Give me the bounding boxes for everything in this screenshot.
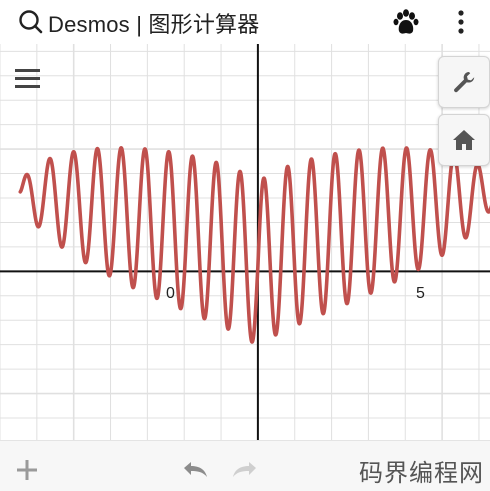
settings-wrench-button[interactable]: [438, 56, 490, 108]
top-app-bar: Desmos | 图形计算器: [0, 0, 490, 44]
home-icon: [453, 130, 475, 150]
x-tick-label-0: 0: [166, 285, 175, 302]
bottom-toolbar: 码界编程网: [0, 440, 490, 491]
home-view-button[interactable]: [438, 114, 490, 166]
plus-icon[interactable]: [16, 459, 38, 481]
undo-icon[interactable]: [180, 459, 210, 481]
graph-svg[interactable]: 0 5: [0, 44, 490, 440]
redo-icon[interactable]: [230, 459, 260, 481]
page-title: Desmos | 图形计算器: [48, 12, 260, 37]
search-icon[interactable]: [18, 9, 44, 35]
paw-icon[interactable]: [392, 7, 422, 37]
graph-canvas[interactable]: 0 5: [0, 44, 490, 440]
wrench-icon: [454, 72, 475, 93]
more-vertical-icon[interactable]: [454, 8, 468, 36]
heart-curve: [18, 146, 490, 344]
hamburger-menu-icon[interactable]: [14, 66, 42, 90]
x-tick-label-5: 5: [416, 285, 425, 302]
watermark-text: 码界编程网: [359, 459, 484, 487]
